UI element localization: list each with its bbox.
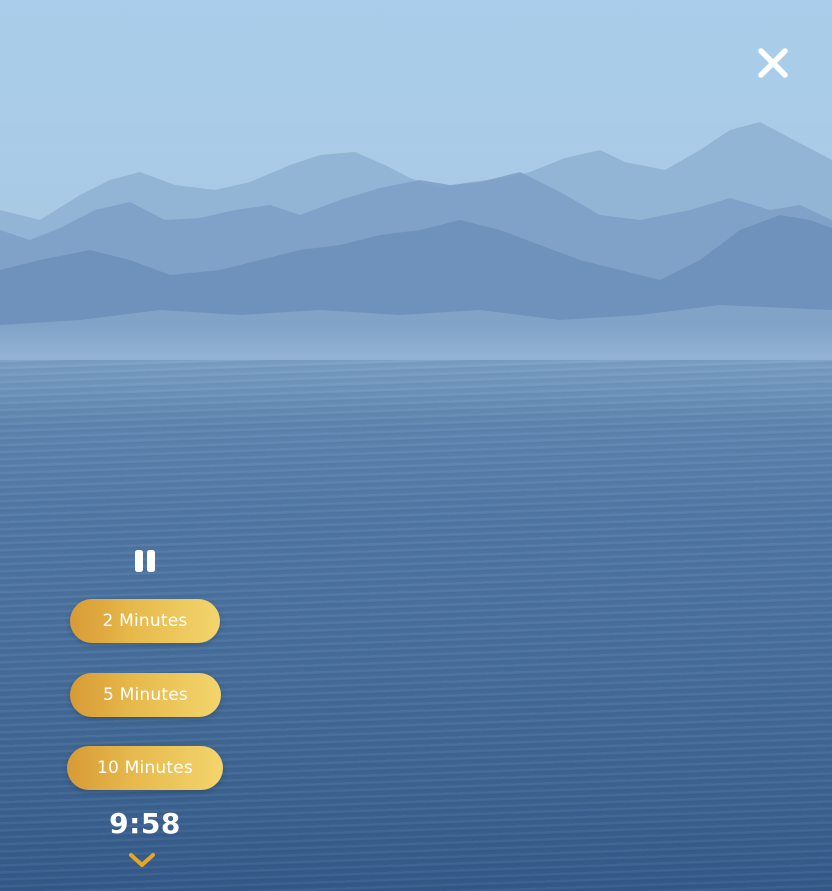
duration-2-minutes-button[interactable]: 2 Minutes	[70, 599, 220, 643]
pause-button[interactable]	[132, 548, 158, 574]
close-button[interactable]	[752, 42, 794, 84]
duration-5-minutes-button[interactable]: 5 Minutes	[70, 673, 221, 717]
close-icon	[758, 48, 788, 78]
duration-10-minutes-button[interactable]: 10 Minutes	[67, 746, 223, 790]
chevron-down-icon	[129, 853, 155, 867]
meditation-player-screen: 2 Minutes 5 Minutes 10 Minutes 9:58	[0, 0, 832, 891]
pause-icon	[135, 550, 155, 572]
playback-controls: 2 Minutes 5 Minutes 10 Minutes 9:58	[60, 540, 230, 880]
collapse-button[interactable]	[127, 850, 157, 870]
countdown-timer: 9:58	[109, 807, 181, 840]
